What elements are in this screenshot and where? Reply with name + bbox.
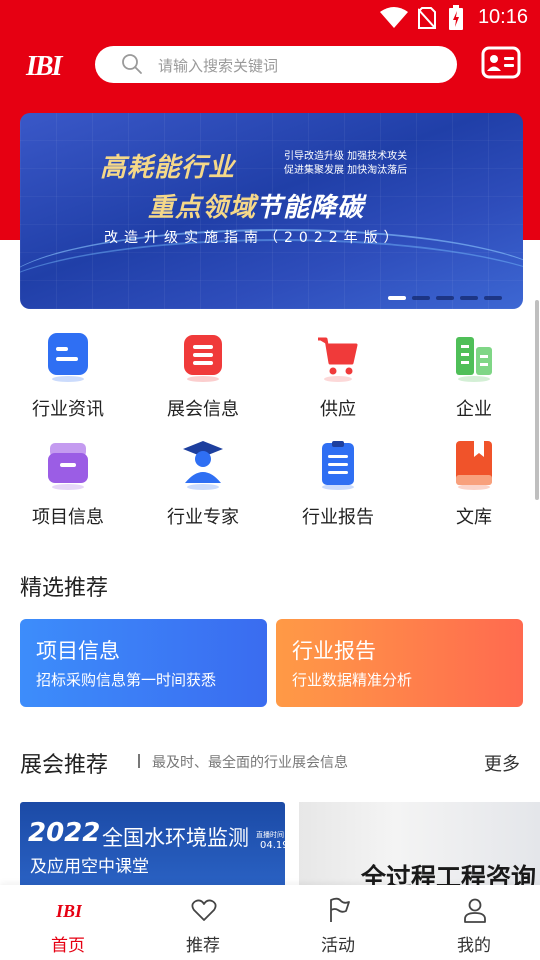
- page-dot[interactable]: [388, 296, 406, 300]
- search-placeholder: 请输入搜索关键词: [158, 57, 279, 75]
- grid-label: 行业报告: [302, 507, 374, 528]
- expert-icon: [183, 441, 223, 490]
- battery-icon: [449, 5, 463, 30]
- brand-logo: IBI: [24, 47, 72, 82]
- featured-card-report[interactable]: 行业报告 行业数据精准分析: [276, 619, 523, 707]
- nav-mine[interactable]: 我的: [414, 885, 534, 960]
- expo-date: 04.19: [260, 840, 285, 851]
- more-link[interactable]: 更多: [484, 750, 520, 776]
- banner-headline-2: 重点领域节能降碳: [148, 193, 365, 223]
- featured-card-project[interactable]: 项目信息 招标采购信息第一时间获悉: [20, 619, 267, 707]
- expo-time-label: 直播时间: [256, 831, 284, 839]
- svg-text:IBI: IBI: [56, 901, 82, 921]
- expo-card-title: 全国水环境监测: [102, 826, 249, 850]
- ibi-logo-icon: IBI: [25, 51, 66, 82]
- search-icon: [122, 54, 142, 74]
- grid-label: 展会信息: [167, 399, 239, 420]
- grid-label: 行业资讯: [32, 399, 104, 420]
- page-dot[interactable]: [412, 296, 430, 300]
- home-logo-icon: IBI: [56, 901, 82, 921]
- banner-side-text: 引导改造升级 加强技术攻关 促进集聚发展 加快淘汰落后: [284, 151, 408, 176]
- scrollbar[interactable]: [535, 300, 539, 500]
- grid-item-project[interactable]: 项目信息: [8, 441, 128, 541]
- person-icon: [464, 898, 486, 923]
- expo-card[interactable]: 2022 全国水环境监测 及应用空中课堂 直播时间 04.19: [20, 802, 285, 892]
- grid-label: 企业: [456, 399, 492, 420]
- grid-item-enterprise[interactable]: 企业: [414, 333, 534, 433]
- report-icon: [322, 441, 354, 490]
- bottom-nav: IBI 首页 推荐 活动 我的: [0, 885, 540, 960]
- banner-headline-1: 高耗能行业: [100, 153, 236, 183]
- expo-title: 展会推荐: [20, 753, 109, 778]
- no-sim-icon: [418, 7, 436, 29]
- exhibition-icon: [184, 335, 222, 382]
- page-dot[interactable]: [460, 296, 478, 300]
- status-bar: 10:16: [0, 0, 540, 36]
- expo-subtitle: 最及时、最全面的行业展会信息: [152, 755, 348, 771]
- grid-label: 文库: [456, 507, 492, 528]
- grid-label: 项目信息: [32, 507, 104, 528]
- featured-card-title: 项目信息: [36, 639, 120, 663]
- news-icon: [48, 333, 88, 382]
- featured-card-title: 行业报告: [292, 639, 376, 663]
- clock: 10:16: [477, 6, 528, 28]
- expo-card-subtitle: 及应用空中课堂: [30, 857, 149, 877]
- grid-label: 行业专家: [167, 507, 239, 528]
- page-dot[interactable]: [436, 296, 454, 300]
- library-icon: [456, 441, 492, 490]
- nav-recommend[interactable]: 推荐: [143, 885, 263, 960]
- grid-item-supply[interactable]: 供应: [278, 333, 398, 433]
- grid-item-exhibition[interactable]: 展会信息: [143, 333, 263, 433]
- grid-item-news[interactable]: 行业资讯: [8, 333, 128, 433]
- nav-label: 首页: [51, 936, 85, 956]
- id-card-icon: [481, 46, 521, 79]
- featured-card-desc: 行业数据精准分析: [292, 671, 413, 689]
- nav-activity[interactable]: 活动: [278, 885, 398, 960]
- featured-title: 精选推荐: [20, 576, 109, 601]
- heart-icon: [191, 899, 217, 921]
- nav-home[interactable]: IBI 首页: [8, 885, 128, 960]
- banner-pagination: [388, 296, 502, 300]
- cart-icon: [318, 337, 358, 382]
- grid-item-report[interactable]: 行业报告: [278, 441, 398, 541]
- svg-text:IBI: IBI: [25, 51, 64, 81]
- section-divider: [138, 754, 140, 768]
- project-icon: [48, 443, 88, 490]
- nav-label: 我的: [457, 936, 491, 956]
- page-dot[interactable]: [484, 296, 502, 300]
- search-input[interactable]: 请输入搜索关键词: [95, 46, 457, 83]
- wifi-icon: [380, 7, 408, 28]
- grid-item-expert[interactable]: 行业专家: [143, 441, 263, 541]
- featured-card-desc: 招标采购信息第一时间获悉: [36, 671, 217, 689]
- flag-icon: [330, 897, 350, 922]
- banner-subtitle: 改造升级实施指南（2022年版）: [104, 230, 404, 246]
- nav-label: 活动: [321, 936, 355, 956]
- nav-label: 推荐: [186, 936, 220, 956]
- id-card-button[interactable]: [481, 46, 521, 80]
- expo-card[interactable]: 全过程工程咨询: [299, 802, 540, 892]
- buildings-icon: [456, 337, 492, 382]
- promo-banner[interactable]: 高耗能行业 引导改造升级 加强技术攻关 促进集聚发展 加快淘汰落后 重点领域节能…: [20, 113, 523, 309]
- grid-label: 供应: [320, 399, 356, 420]
- expo-year: 2022: [28, 818, 101, 848]
- grid-item-library[interactable]: 文库: [414, 441, 534, 541]
